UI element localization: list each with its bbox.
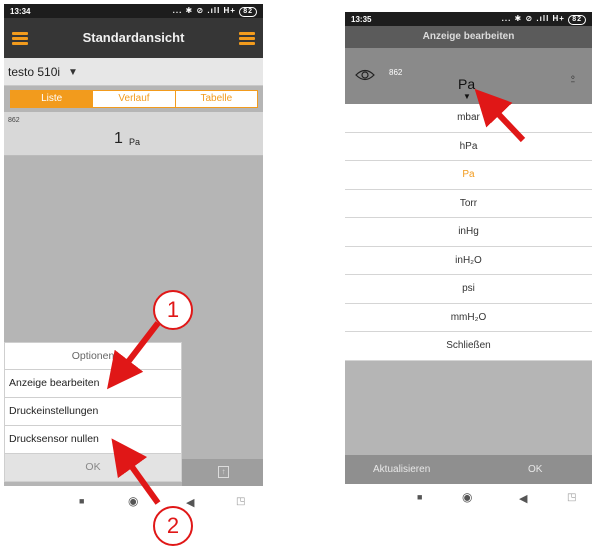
annotation-marker-2: 2 bbox=[153, 506, 193, 546]
annotation-arrows bbox=[107, 88, 526, 505]
annotation-marker-1: 1 bbox=[153, 290, 193, 330]
arrow-to-unit-selector bbox=[474, 88, 526, 143]
arrow-to-anzeige-bearbeiten bbox=[107, 321, 161, 390]
arrow-to-drucksensor-nullen bbox=[111, 438, 161, 505]
